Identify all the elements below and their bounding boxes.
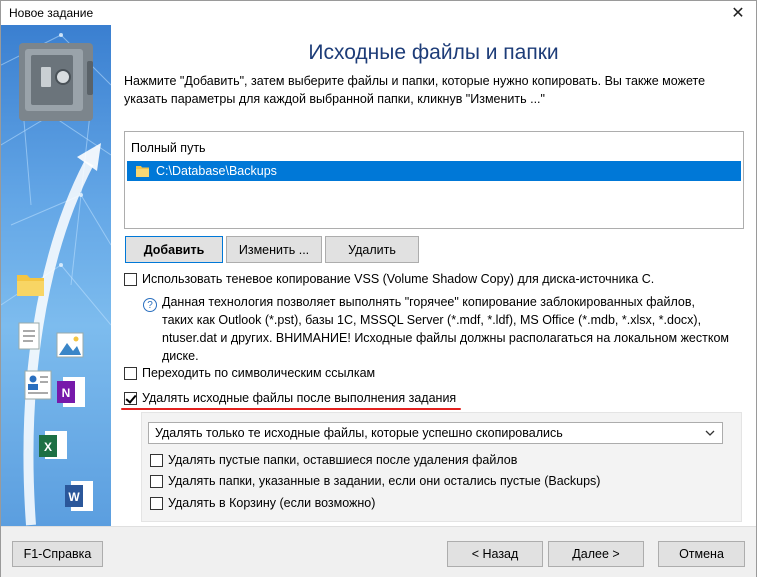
wizard-footer: F1-Справка < Назад Далее > Отмена — [1, 526, 756, 577]
delete-empty-folders-label[interactable]: Удалять пустые папки, оставшиеся после у… — [168, 453, 517, 467]
vss-checkbox[interactable] — [124, 273, 137, 286]
delete-task-folders-checkbox[interactable] — [150, 475, 163, 488]
delete-button[interactable]: Удалить — [325, 236, 419, 263]
folder-icon — [136, 166, 149, 177]
column-header-full-path: Полный путь — [131, 141, 206, 155]
cancel-button[interactable]: Отмена — [658, 541, 745, 567]
contacts-icon — [24, 370, 52, 400]
follow-symlinks-checkbox[interactable] — [124, 367, 137, 380]
source-file-list[interactable]: Полный путь C:\Database\Backups — [124, 131, 744, 229]
document-icon — [18, 322, 40, 350]
vss-label[interactable]: Использовать теневое копирование VSS (Vo… — [142, 272, 654, 286]
delete-sources-label[interactable]: Удалять исходные файлы после выполнения … — [142, 391, 456, 405]
highlight-underline — [121, 408, 461, 410]
vss-info-line3: ntuser.dat и других. ВНИМАНИЕ! Исходные … — [162, 331, 730, 345]
close-icon[interactable]: ✕ — [720, 1, 756, 25]
delete-empty-folders-checkbox[interactable] — [150, 454, 163, 467]
delete-mode-value: Удалять только те исходные файлы, которы… — [155, 426, 563, 440]
follow-symlinks-label[interactable]: Переходить по символическим ссылкам — [142, 366, 375, 380]
delete-mode-select[interactable]: Удалять только те исходные файлы, которы… — [148, 422, 723, 444]
chevron-down-icon — [705, 430, 715, 436]
vss-info-line2: таких как Outlook (*.pst), базы 1С, MSSQ… — [162, 313, 702, 327]
page-title: Исходные файлы и папки — [308, 41, 559, 64]
list-item[interactable]: C:\Database\Backups — [127, 161, 741, 181]
vss-info-line1: Данная технология позволяет выполнять "г… — [162, 295, 695, 309]
recycle-bin-label[interactable]: Удалять в Корзину (если возможно) — [168, 496, 375, 510]
window-title: Новое задание — [9, 6, 94, 20]
svg-text:W: W — [68, 490, 80, 504]
safe-illustration — [19, 43, 93, 121]
wizard-sidebar: N X W — [1, 25, 111, 526]
image-icon — [56, 332, 84, 358]
edit-button[interactable]: Изменить ... — [226, 236, 322, 263]
vss-info-line4: диске. — [162, 349, 199, 363]
wizard-window: Новое задание ✕ N X W Исходные файлы и п… — [0, 0, 757, 577]
word-icon: W — [65, 481, 93, 511]
help-button[interactable]: F1-Справка — [12, 541, 103, 567]
onenote-icon: N — [57, 377, 85, 407]
svg-text:X: X — [44, 440, 52, 454]
delete-task-folders-label[interactable]: Удалять папки, указанные в задании, если… — [168, 474, 600, 488]
excel-icon: X — [39, 431, 67, 459]
list-item-path: C:\Database\Backups — [156, 164, 277, 178]
recycle-bin-checkbox[interactable] — [150, 497, 163, 510]
svg-text:N: N — [62, 386, 71, 400]
sidebar-illustration: N X W — [1, 33, 111, 526]
next-button[interactable]: Далее > — [548, 541, 644, 567]
delete-sources-checkbox[interactable] — [124, 392, 137, 405]
add-button[interactable]: Добавить — [125, 236, 223, 263]
page-description: Нажмите "Добавить", затем выберите файлы… — [124, 74, 706, 106]
main-content: Исходные файлы и папки Нажмите "Добавить… — [111, 25, 756, 526]
back-button[interactable]: < Назад — [447, 541, 543, 567]
question-icon: ? — [143, 298, 157, 312]
folder-icon — [17, 275, 44, 296]
title-bar: Новое задание ✕ — [1, 1, 756, 25]
